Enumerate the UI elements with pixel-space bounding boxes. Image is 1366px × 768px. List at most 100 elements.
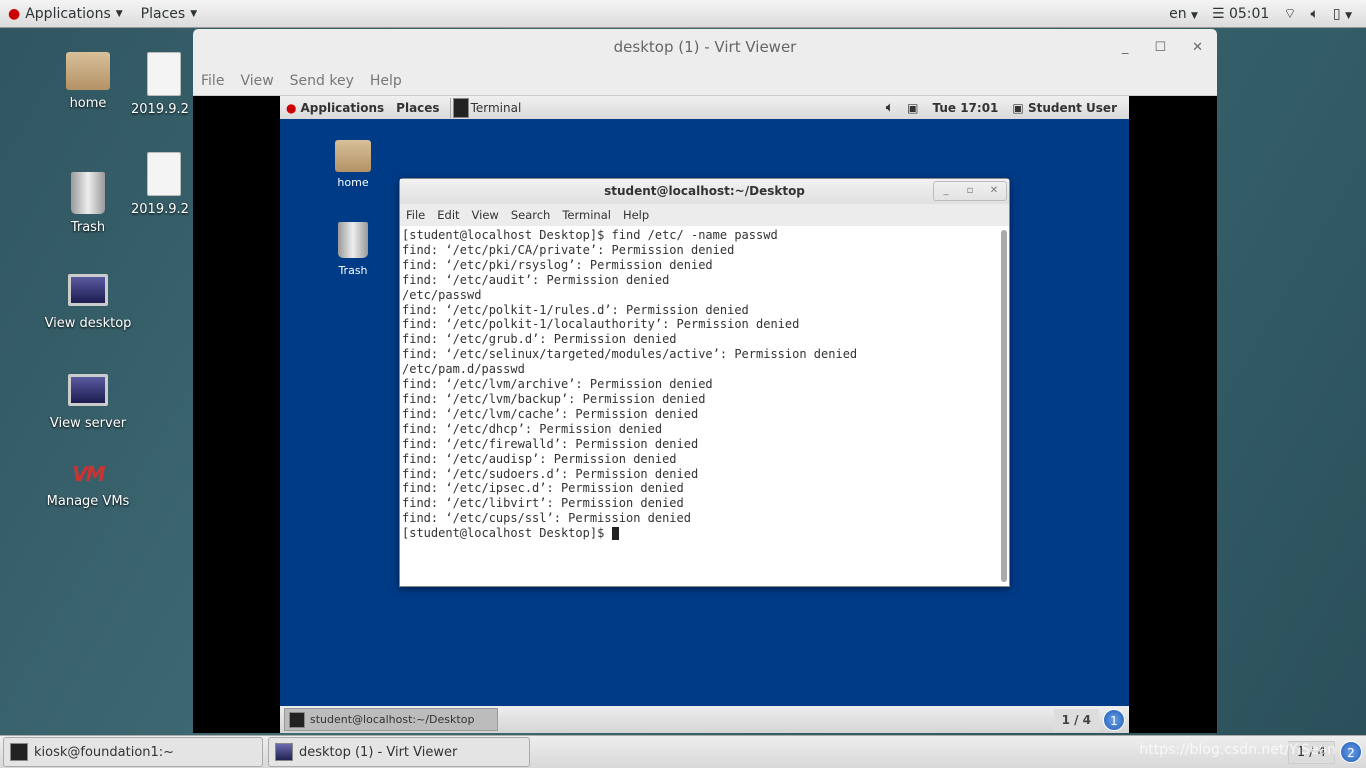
menu-view[interactable]: View <box>472 208 499 222</box>
trash-icon <box>338 222 368 258</box>
menu-file[interactable]: File <box>406 208 425 222</box>
terminal-line: find: ‘/etc/pki/rsyslog’: Permission den… <box>402 257 713 272</box>
terminal-line: find: ‘/etc/firewalld’: Permission denie… <box>402 436 699 451</box>
terminal-line: find: ‘/etc/audit’: Permission denied <box>402 272 670 287</box>
icon-label: View server <box>49 416 127 431</box>
user-label: Student User <box>1027 100 1117 115</box>
terminal-line: find: ‘/etc/lvm/backup’: Permission deni… <box>402 391 706 406</box>
redhat-icon: ● <box>8 5 21 22</box>
monitor-icon <box>68 374 108 406</box>
icon-label: 2019.9.2 <box>131 202 189 217</box>
scrollbar[interactable] <box>1001 230 1007 582</box>
volume-icon[interactable]: 🔈︎ <box>886 100 893 115</box>
window-title: desktop (1) - Virt Viewer <box>613 38 797 56</box>
menu-file[interactable]: File <box>201 73 224 89</box>
menubar: File View Send key Help <box>193 66 1217 96</box>
window-titlebar[interactable]: desktop (1) - Virt Viewer _ ☐ ✕ <box>193 29 1217 66</box>
terminal-line: [student@localhost Desktop]$ find /etc/ … <box>402 228 778 242</box>
applications-menu[interactable]: ● Applications ▼ <box>8 6 123 22</box>
vm-display[interactable]: ● Applications Places Terminal 🔈︎ ▣ Tue 17… <box>280 96 1129 733</box>
vm-clock[interactable]: Tue 17:01 <box>932 101 998 115</box>
vm-terminal-launcher[interactable]: Terminal <box>449 97 522 118</box>
terminal-icon <box>289 711 305 728</box>
watermark: https://blog.csdn.net/YiSean <box>1139 742 1336 758</box>
network-icon[interactable]: ▣ <box>907 101 918 115</box>
chevron-down-icon: ▼ <box>115 8 123 19</box>
top-panel: ● Applications ▼ Places ▼ en ▼ ☰ 05:01 ⌔ 🔈︎… <box>0 0 1366 28</box>
terminal-title: student@localhost:~/Desktop <box>604 184 805 198</box>
close-button[interactable]: ✕ <box>1192 29 1203 66</box>
trash-icon <box>71 172 105 214</box>
taskbar-item-kiosk-terminal[interactable]: kiosk@foundation1:~ <box>3 737 263 767</box>
icon-label: View desktop <box>44 316 132 331</box>
vm-applications-menu[interactable]: Applications <box>300 101 384 115</box>
terminal-line: /etc/pam.d/passwd <box>402 362 525 377</box>
vm-icon-trash[interactable]: Trash <box>323 222 383 277</box>
clock-label: 05:01 <box>1228 6 1270 22</box>
menu-search[interactable]: Search <box>511 208 551 222</box>
terminal-line: find: ‘/etc/lvm/cache’: Permission denie… <box>402 406 699 421</box>
user-menu[interactable]: ▣ Student User <box>1012 101 1117 115</box>
desktop-icon-manage-vms[interactable]: VM Manage VMs <box>43 462 133 509</box>
document-icon <box>147 152 181 196</box>
terminal-output[interactable]: [student@localhost Desktop]$ find /etc/ … <box>400 226 1009 586</box>
places-label: Places <box>140 5 186 22</box>
terminal-line: find: ‘/etc/cups/ssl’: Permission denied <box>402 511 691 526</box>
icon-label: Trash <box>70 220 106 235</box>
desktop-icon-view-desktop[interactable]: View desktop <box>43 274 133 331</box>
taskbar-item-virt-viewer[interactable]: desktop (1) - Virt Viewer <box>268 737 530 767</box>
clock[interactable]: ☰ 05:01 <box>1212 6 1269 22</box>
terminal-line: find: ‘/etc/sudoers.d’: Permission denie… <box>402 466 699 481</box>
terminal-titlebar[interactable]: student@localhost:~/Desktop _ ▫ ✕ <box>400 179 1009 204</box>
terminal-line: find: ‘/etc/audisp’: Permission denied <box>402 451 677 466</box>
desktop-icon-home[interactable]: home <box>43 52 133 111</box>
document-icon <box>147 52 181 96</box>
terminal-icon <box>10 743 28 761</box>
menu-help[interactable]: Help <box>623 208 649 222</box>
terminal-line: find: ‘/etc/polkit-1/localauthority’: Pe… <box>402 317 800 332</box>
terminal-label: Terminal <box>470 100 522 115</box>
menu-terminal[interactable]: Terminal <box>562 208 611 222</box>
vm-logo-icon: VM <box>72 462 105 486</box>
desktop-icon-view-server[interactable]: View server <box>43 374 133 431</box>
menu-help[interactable]: Help <box>370 73 402 89</box>
vm-taskbar-terminal[interactable]: student@localhost:~/Desktop <box>284 708 498 731</box>
terminal-line: find: ‘/etc/polkit-1/rules.d’: Permissio… <box>402 302 749 317</box>
terminal-prompt: [student@localhost Desktop]$ <box>402 526 612 541</box>
menu-edit[interactable]: Edit <box>437 208 459 222</box>
taskbar-label: desktop (1) - Virt Viewer <box>299 744 458 760</box>
minimize-button[interactable]: _ <box>1122 29 1129 66</box>
vm-places-menu[interactable]: Places <box>396 101 439 115</box>
notification-badge[interactable]: 2 <box>1340 741 1362 763</box>
workspace-indicator[interactable]: 1 / 4 <box>1053 708 1099 731</box>
maximize-button[interactable]: ▫ <box>958 182 982 200</box>
cursor <box>611 527 619 541</box>
taskbar-label: student@localhost:~/Desktop <box>310 713 475 726</box>
terminal-line: find: ‘/etc/grub.d’: Permission denied <box>402 332 677 347</box>
icon-label: Manage VMs <box>46 494 130 509</box>
terminal-line: find: ‘/etc/dhcp’: Permission denied <box>402 421 663 436</box>
monitor-icon <box>68 274 108 306</box>
chevron-down-icon: ▼ <box>190 8 198 19</box>
minimize-button[interactable]: _ <box>934 182 958 200</box>
menu-view[interactable]: View <box>240 73 273 89</box>
taskbar-label: kiosk@foundation1:~ <box>34 744 175 760</box>
vm-top-panel: ● Applications Places Terminal 🔈︎ ▣ Tue 17… <box>280 96 1129 119</box>
maximize-button[interactable]: ☐ <box>1154 29 1166 66</box>
notification-badge[interactable]: 1 <box>1103 708 1125 731</box>
menu-send-key[interactable]: Send key <box>290 73 354 89</box>
terminal-menubar: File Edit View Search Terminal Help <box>400 204 1009 226</box>
close-button[interactable]: ✕ <box>982 182 1006 200</box>
volume-icon[interactable]: 🔈︎ <box>1311 6 1319 22</box>
terminal-line: /etc/passwd <box>402 287 482 302</box>
language-selector[interactable]: en ▼ <box>1169 6 1198 22</box>
virt-viewer-window: desktop (1) - Virt Viewer _ ☐ ✕ File View … <box>193 29 1217 733</box>
vm-icon-home[interactable]: home <box>323 140 383 189</box>
battery-icon[interactable]: ▯ ▼ <box>1333 6 1352 22</box>
terminal-window: student@localhost:~/Desktop _ ▫ ✕ File Edi… <box>399 178 1010 587</box>
wifi-icon[interactable]: ⌔ <box>1283 5 1296 23</box>
terminal-line: find: ‘/etc/pki/CA/private’: Permission … <box>402 242 735 257</box>
places-menu[interactable]: Places ▼ <box>141 6 197 22</box>
desktop-icon-trash[interactable]: Trash <box>43 172 133 235</box>
folder-icon <box>335 140 371 172</box>
